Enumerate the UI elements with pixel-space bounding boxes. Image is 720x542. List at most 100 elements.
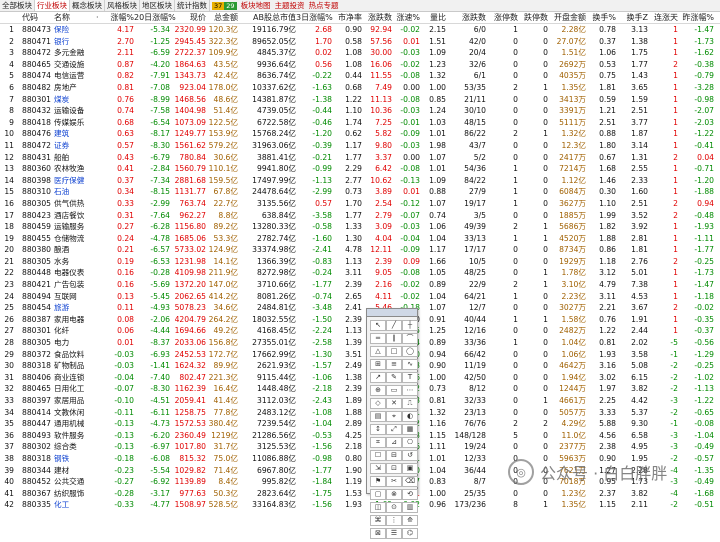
- table-row[interactable]: 20 880380 酿酒 0.21 -6.57 5733.02 124.9亿 33374.98…: [0, 244, 720, 256]
- header-code[interactable]: 代码: [22, 12, 56, 23]
- drawing-tool-icon[interactable]: ⊿: [386, 437, 402, 448]
- table-row[interactable]: 14 880398 医疗保健 0.37 -7.34 2881.68 159.5亿 17497.…: [0, 175, 720, 187]
- drawing-tool-icon[interactable]: ∥: [386, 333, 402, 344]
- table-row[interactable]: 15 880310 石油 0.34 -8.15 1131.77 67.8亿 24478.64亿…: [0, 186, 720, 198]
- drawing-tool-icon[interactable]: ▥: [402, 502, 418, 513]
- header-price[interactable]: 现价: [170, 12, 206, 23]
- table-row[interactable]: 32 880465 日用化工 -0.07 -8.30 1162.39 16.4亿 1448.4…: [0, 383, 720, 395]
- tab-style-sectors[interactable]: 风格板块: [105, 0, 140, 11]
- drawing-tool-icon[interactable]: T: [402, 372, 418, 383]
- header-volume-ratio[interactable]: 量比: [420, 12, 446, 23]
- drawing-tool-icon[interactable]: ◇: [370, 398, 386, 409]
- table-row[interactable]: 1 880473 保险 4.17 -5.34 2320.99 120.3亿 19116.79亿…: [0, 24, 720, 36]
- table-row[interactable]: 8 880432 运输设备 0.74 -7.58 1404.98 51.4亿 4739.05亿…: [0, 105, 720, 117]
- header-change-pct[interactable]: 涨幅%: [104, 12, 134, 23]
- header-name[interactable]: 名称: [54, 12, 94, 23]
- table-row[interactable]: 36 880493 软件服务 -0.13 -6.20 2360.49 1219亿 21286.…: [0, 430, 720, 442]
- drawing-tool-icon[interactable]: ▭: [386, 385, 402, 396]
- link-theme-investment[interactable]: 主题投资: [273, 0, 307, 11]
- table-row[interactable]: 25 880454 旅游 0.11 -4.93 5078.23 34.6亿 2484.81亿 -…: [0, 302, 720, 314]
- drawing-tool-icon[interactable]: ☐: [370, 450, 386, 461]
- drawing-tool-icon[interactable]: ⋮: [386, 515, 402, 526]
- header-streak-days[interactable]: 连涨天: [648, 12, 678, 23]
- drawing-tool-icon[interactable]: ⌬: [402, 528, 418, 539]
- drawing-tool-icon[interactable]: ◯: [402, 346, 418, 357]
- drawing-tool-icon[interactable]: ⎔: [402, 437, 418, 448]
- header-pb-ratio[interactable]: 市净率: [332, 12, 362, 23]
- table-row[interactable]: 7 880301 煤炭 0.76 -8.99 1468.56 48.6亿 14381.87亿 -…: [0, 94, 720, 106]
- drawing-tool-icon[interactable]: ↕: [370, 424, 386, 435]
- drawing-tool-icon[interactable]: ↗: [370, 372, 386, 383]
- table-row[interactable]: 27 880301 化纤 0.06 -4.44 1694.66 49.2亿 4168.45亿 -…: [0, 325, 720, 337]
- table-row[interactable]: 21 880305 水务 0.19 -6.53 1231.98 14.1亿 1366.39亿 -…: [0, 256, 720, 268]
- drawing-tool-icon[interactable]: ✂: [386, 476, 402, 487]
- link-hot-topics[interactable]: 热点专题: [307, 0, 341, 11]
- table-row[interactable]: 6 880482 房地产 0.81 -7.08 923.04 178.0亿 10337.62亿…: [0, 82, 720, 94]
- drawing-tool-icon[interactable]: ✎: [386, 372, 402, 383]
- table-row[interactable]: 17 880423 酒店餐饮 0.31 -7.64 962.27 8.8亿 638.84亿 -3…: [0, 210, 720, 222]
- table-row[interactable]: 26 880387 家用电器 0.08 -2.06 4204.79 264.2亿 18032.…: [0, 314, 720, 326]
- table-row[interactable]: 24 880494 互联网 0.13 -5.45 2062.65 414.2亿 8081.26…: [0, 291, 720, 303]
- table-row[interactable]: 5 880474 电信运营 0.82 -7.91 1343.73 42.4亿 8636.74亿…: [0, 70, 720, 82]
- drawing-tool-icon[interactable]: ◐: [402, 411, 418, 422]
- table-row[interactable]: 28 880305 电力 0.01 -8.37 2033.06 156.8亿 27355.01…: [0, 337, 720, 349]
- drawing-tool-icon[interactable]: ▦: [402, 424, 418, 435]
- table-row[interactable]: 12 880431 船舶 0.43 -6.79 780.84 30.6亿 3881.41亿 -0…: [0, 152, 720, 164]
- table-row[interactable]: 31 880406 商业连锁 -0.04 -7.40 802.47 221.3亿 9115.4…: [0, 372, 720, 384]
- header-change-20d[interactable]: 20日涨幅%: [134, 12, 176, 23]
- tab-all-sectors[interactable]: 全部板块: [0, 0, 35, 11]
- drawing-tool-icon[interactable]: ⚑: [370, 476, 386, 487]
- drawing-tool-icon[interactable]: ⇲: [370, 463, 386, 474]
- drawing-tool-icon[interactable]: ↺: [402, 450, 418, 461]
- drawing-tool-icon[interactable]: ✕: [386, 398, 402, 409]
- drawing-toolbar[interactable]: ↖ ╱ ┼ ═ ∥ ⌒ △ □ ◯ ⊞ ≡ ∿ ↗ ✎ T ⊕ ▭ ⋯ ◇ ✕ ⎍ ▤ ⌖ ◐ ↕ ⤢ ▦ ⌗ ⊿ ⎔ ☐ ⊟ ↺ ⇲ ⊡ ▣ ⚑ ✂ ⌫ ▢…: [366, 308, 418, 539]
- drawing-tool-icon[interactable]: ☰: [386, 528, 402, 539]
- table-row[interactable]: 10 880476 建筑 0.63 -8.17 1249.77 153.9亿 15768.24…: [0, 128, 720, 140]
- table-row[interactable]: 13 880360 农林牧渔 0.41 -2.84 1560.79 110.1亿 9941.8…: [0, 163, 720, 175]
- table-row[interactable]: 18 880459 运输服务 0.27 -6.28 1156.80 89.2亿 13280.3…: [0, 221, 720, 233]
- table-row[interactable]: 23 880421 广告包装 0.16 -5.69 1372.20 147.0亿 3710.6…: [0, 279, 720, 291]
- drawing-tool-icon[interactable]: ⊕: [370, 385, 386, 396]
- table-row[interactable]: 35 880447 通用机械 -0.13 -4.73 1572.53 380.4亿 7239.…: [0, 418, 720, 430]
- table-row[interactable]: 4 880465 交通设施 0.87 -4.20 1864.63 43.5亿 9936.64亿…: [0, 59, 720, 71]
- header-amount[interactable]: 总金额: [206, 12, 238, 23]
- drawing-tool-icon[interactable]: ═: [370, 333, 386, 344]
- tab-region-sectors[interactable]: 地区板块: [140, 0, 175, 11]
- header-market-value[interactable]: AB股总市值: [238, 12, 296, 23]
- header-flag[interactable]: ·: [96, 12, 104, 23]
- table-row[interactable]: 34 880414 文教休闲 -0.11 -6.11 1258.75 77.8亿 2483.1…: [0, 407, 720, 419]
- drawing-tool-icon[interactable]: ◫: [370, 502, 386, 513]
- table-row[interactable]: 42 880335 化工 -0.33 -4.77 1508.97 528.5亿 33164.8…: [0, 499, 720, 511]
- drawing-tool-icon[interactable]: ∿: [402, 359, 418, 370]
- drawing-tool-icon[interactable]: ⊞: [370, 359, 386, 370]
- drawing-tool-icon[interactable]: ≡: [386, 359, 402, 370]
- drawing-toolbar-titlebar[interactable]: [367, 309, 417, 317]
- drawing-tool-icon[interactable]: ↖: [370, 320, 386, 331]
- table-row[interactable]: 11 880472 证券 0.57 -8.30 1561.62 579.2亿 31963.06…: [0, 140, 720, 152]
- drawing-tool-icon[interactable]: ▢: [370, 489, 386, 500]
- link-sector-map[interactable]: 板块地图: [239, 0, 273, 11]
- drawing-tool-icon[interactable]: ⌗: [370, 437, 386, 448]
- drawing-tool-icon[interactable]: ⌫: [402, 476, 418, 487]
- table-row[interactable]: 29 880372 食品饮料 -0.03 -6.93 2452.53 172.7亿 17662…: [0, 349, 720, 361]
- drawing-tool-icon[interactable]: ⊡: [386, 463, 402, 474]
- drawing-tool-icon[interactable]: ⊟: [386, 450, 402, 461]
- drawing-tool-icon[interactable]: ⊙: [386, 502, 402, 513]
- header-turnover[interactable]: 换手%: [586, 12, 616, 23]
- table-row[interactable]: 22 880448 电器仪表 0.16 -0.28 4109.98 211.9亿 8272.9…: [0, 267, 720, 279]
- header-change-3d[interactable]: 3日涨幅%: [296, 12, 333, 23]
- drawing-tool-icon[interactable]: ▤: [370, 411, 386, 422]
- drawing-tool-icon[interactable]: ⌖: [386, 411, 402, 422]
- drawing-tool-icon[interactable]: ⟲: [402, 489, 418, 500]
- header-up-down-value[interactable]: 涨跌数: [362, 12, 392, 23]
- drawing-tool-icon[interactable]: ⎍: [402, 398, 418, 409]
- table-row[interactable]: 19 880455 仓储物流 0.24 -4.78 1685.06 53.3亿 2782.74…: [0, 233, 720, 245]
- header-limit-up[interactable]: 涨停数: [486, 12, 518, 23]
- header-up-down-count[interactable]: 涨跌数: [446, 12, 486, 23]
- table-row[interactable]: 9 880418 传媒娱乐 0.68 -6.54 1073.09 122.5亿 6722.58…: [0, 117, 720, 129]
- header-limit-down[interactable]: 跌停数: [518, 12, 548, 23]
- drawing-tool-icon[interactable]: ⌘: [370, 515, 386, 526]
- drawing-tool-icon[interactable]: ⊠: [370, 528, 386, 539]
- header-prev-change[interactable]: 昨涨幅%: [678, 12, 714, 23]
- drawing-tool-icon[interactable]: □: [386, 346, 402, 357]
